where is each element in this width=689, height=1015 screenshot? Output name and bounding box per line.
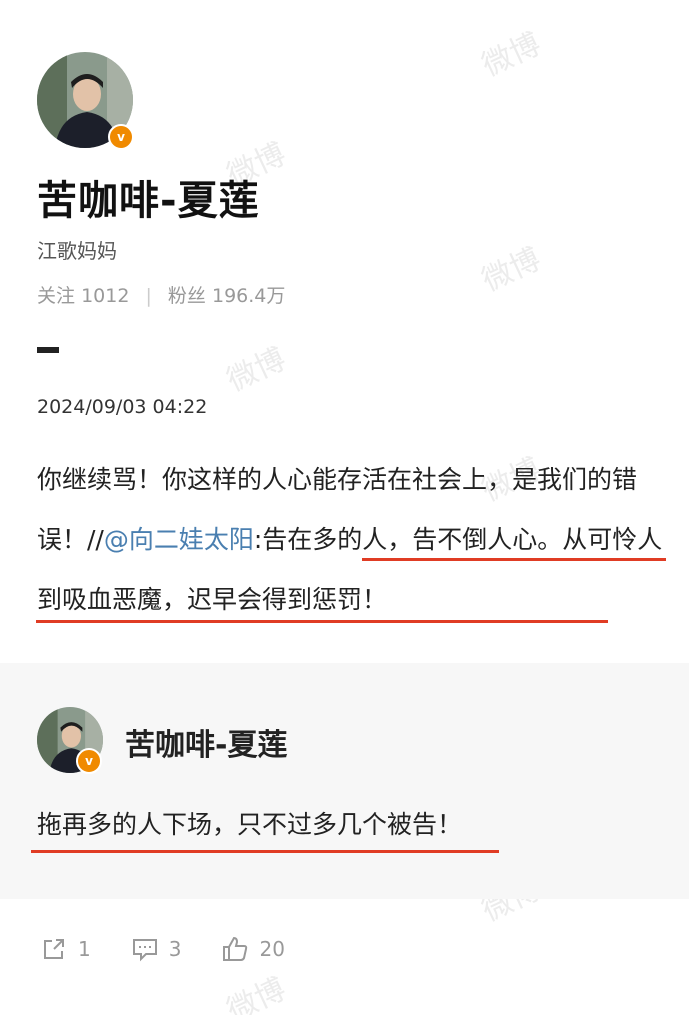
post-text: 你继续骂！你这样的人心能存活在社会上，是我们的错误！//@向二娃太阳:告在多的人… bbox=[37, 450, 667, 630]
mention-link[interactable]: @向二娃太阳 bbox=[104, 525, 254, 554]
watermark: 微博 bbox=[476, 26, 547, 84]
verified-icon: v bbox=[108, 124, 134, 150]
profile-stats: 关注 1012 | 粉丝 196.4万 bbox=[37, 281, 285, 308]
watermark: 微博 bbox=[221, 341, 292, 399]
profile-name[interactable]: 苦咖啡-夏莲 bbox=[37, 168, 260, 226]
repost-text: 拖再多的人下场，只不过多几个被告！ bbox=[37, 810, 463, 839]
fans-label[interactable]: 粉丝 bbox=[168, 285, 206, 307]
like-count: 20 bbox=[259, 937, 285, 961]
share-count: 1 bbox=[78, 937, 91, 961]
share-button[interactable]: 1 bbox=[40, 935, 91, 963]
repost-author-name[interactable]: 苦咖啡-夏莲 bbox=[125, 720, 287, 764]
post-timestamp: 2024/09/03 04:22 bbox=[37, 396, 208, 418]
profile-bio: 江歌妈妈 bbox=[37, 239, 117, 263]
comment-button[interactable]: 3 bbox=[131, 935, 182, 963]
highlight-underline bbox=[31, 850, 499, 853]
watermark: 微博 bbox=[476, 241, 547, 299]
fans-count[interactable]: 196.4万 bbox=[212, 285, 285, 307]
watermark: 微博 bbox=[221, 971, 292, 1015]
comment-icon bbox=[132, 939, 157, 962]
comment-count: 3 bbox=[168, 937, 182, 961]
like-button[interactable]: 20 bbox=[221, 935, 285, 963]
action-bar: 1 3 20 bbox=[40, 935, 325, 963]
following-label[interactable]: 关注 bbox=[37, 285, 75, 307]
thumbs-up-icon bbox=[223, 936, 248, 961]
stats-separator: | bbox=[145, 285, 152, 307]
highlight-underline bbox=[362, 558, 666, 561]
highlight-underline bbox=[36, 620, 608, 623]
share-icon bbox=[44, 939, 64, 959]
divider-dash bbox=[37, 347, 59, 353]
repost-card[interactable] bbox=[0, 663, 689, 899]
verified-icon: v bbox=[76, 748, 102, 774]
following-count[interactable]: 1012 bbox=[81, 285, 129, 307]
